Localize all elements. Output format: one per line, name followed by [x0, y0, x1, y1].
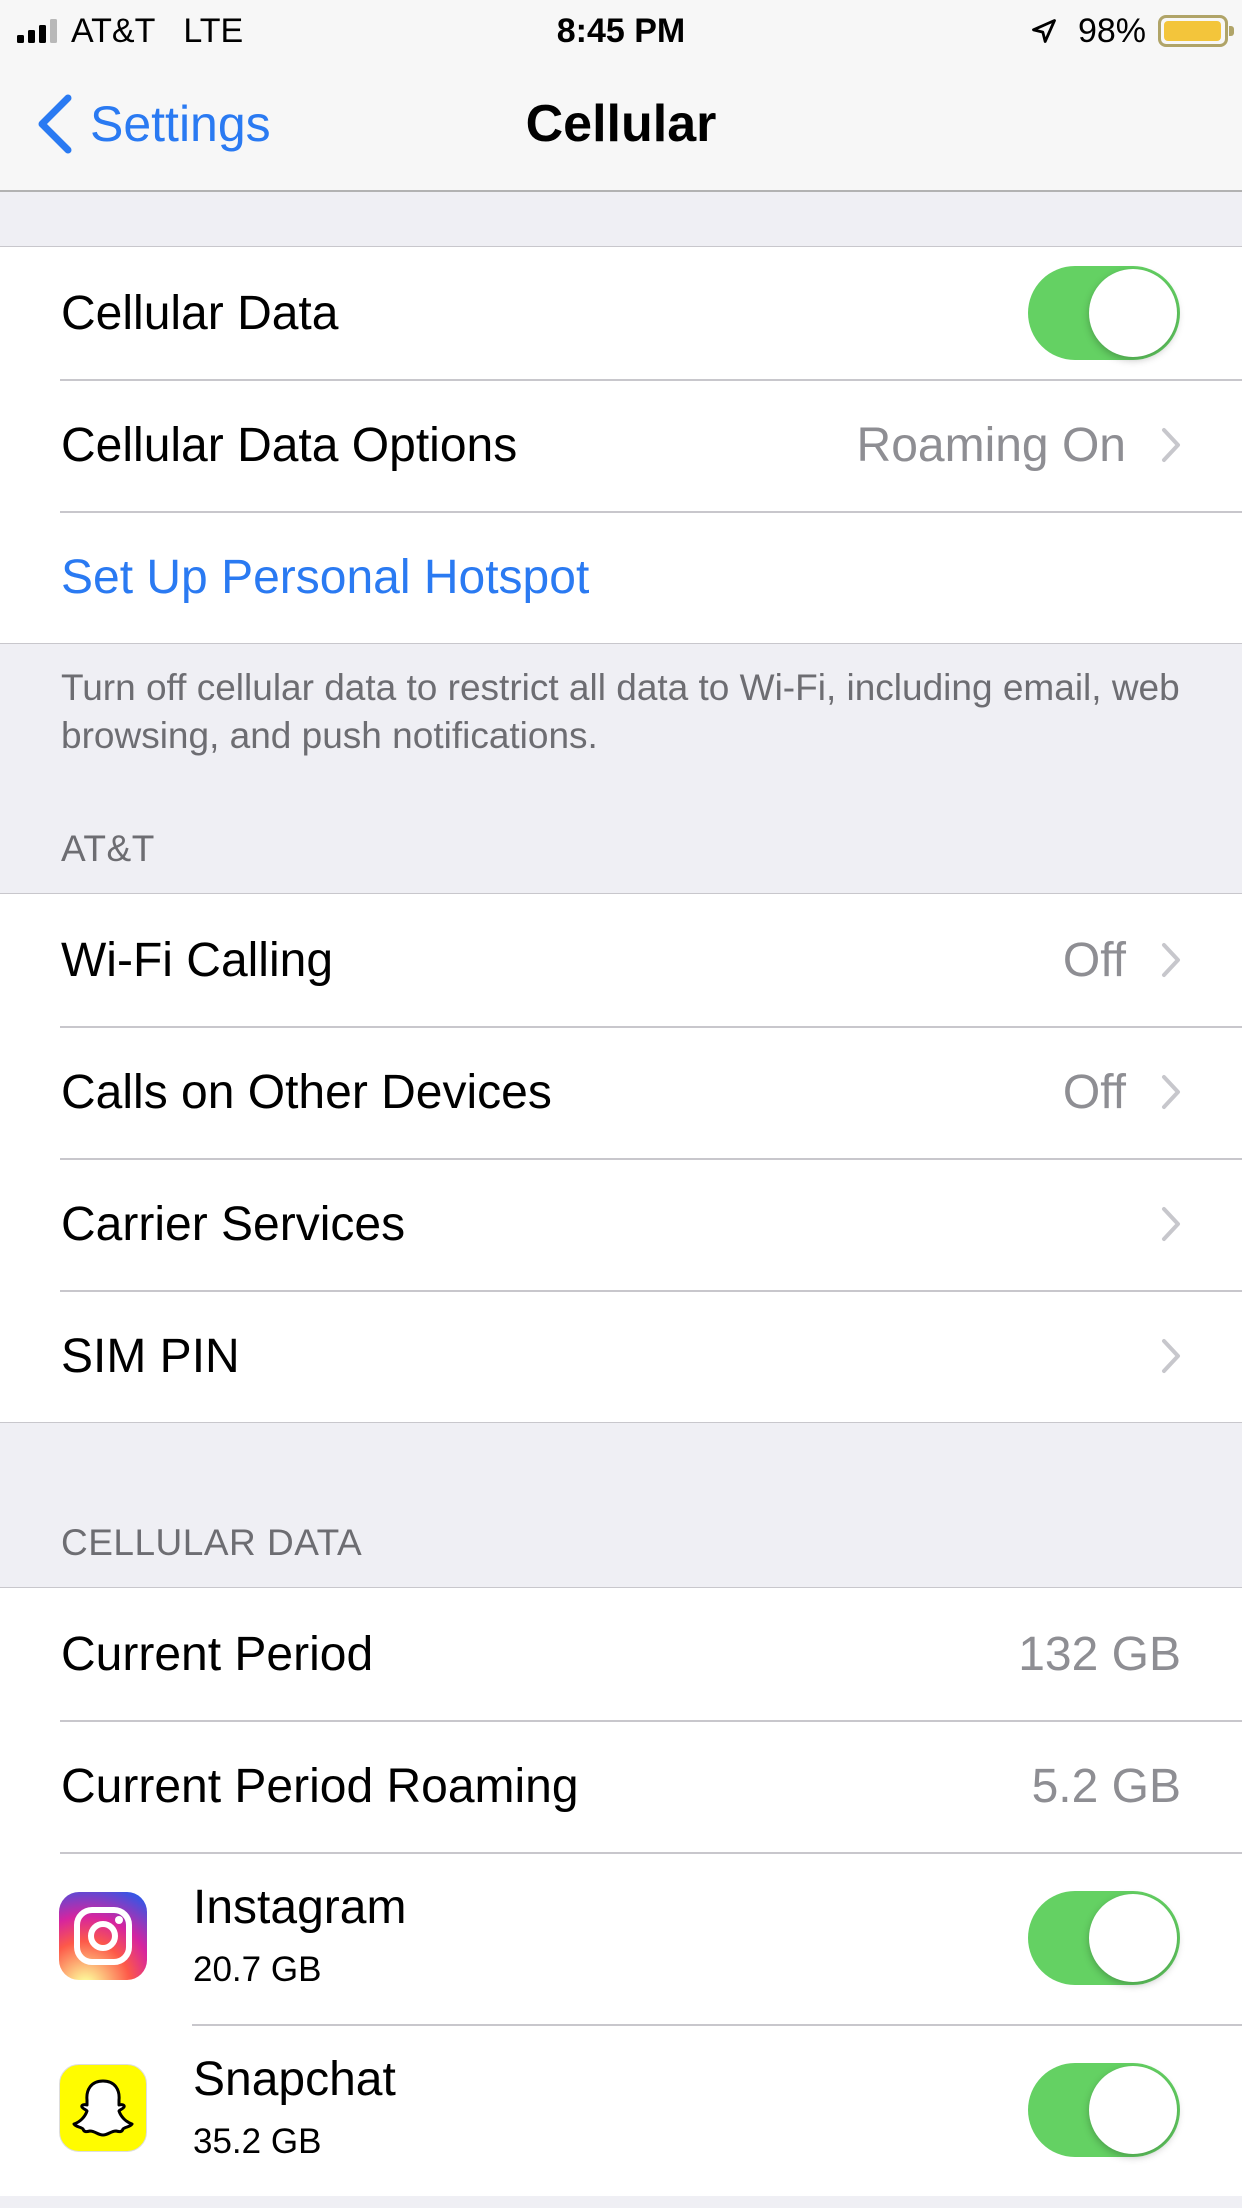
cellular-data-row: Cellular Data [0, 247, 1242, 379]
wifi-calling-label: Wi-Fi Calling [61, 933, 334, 987]
app-name: Instagram [193, 1881, 407, 1934]
app-row-snapchat: Snapchat 35.2 GB [0, 2024, 1242, 2196]
cellular-data-section-header: CELLULAR DATA [61, 1522, 363, 1563]
instagram-icon [59, 1892, 147, 1980]
carrier-services-row[interactable]: Carrier Services [0, 1158, 1242, 1290]
calls-other-devices-label: Calls on Other Devices [61, 1065, 552, 1119]
status-bar: AT&T LTE 8:45 PM 98% [0, 0, 1242, 62]
current-period-roaming-label: Current Period Roaming [61, 1759, 579, 1813]
current-period-row: Current Period 132 GB [0, 1588, 1242, 1720]
location-arrow-icon [1032, 19, 1056, 43]
calls-other-devices-row[interactable]: Calls on Other Devices Off [0, 1026, 1242, 1158]
sim-pin-row[interactable]: SIM PIN [0, 1290, 1242, 1422]
cellular-usage-group: Current Period 132 GB Current Period Roa… [0, 1587, 1242, 2196]
cellular-data-options-value: Roaming On [856, 418, 1126, 472]
cellular-data-footer: Turn off cellular data to restrict all d… [61, 667, 1180, 756]
chevron-right-icon [1162, 1075, 1180, 1109]
chevron-right-icon [1162, 1339, 1180, 1373]
app-row-instagram: Instagram 20.7 GB [0, 1852, 1242, 2024]
cellular-data-toggle[interactable] [1028, 266, 1180, 360]
cellular-data-label: Cellular Data [61, 286, 339, 340]
carrier-services-label: Carrier Services [61, 1197, 406, 1251]
cellular-data-group: Cellular Data Cellular Data Options Roam… [0, 246, 1242, 644]
sim-pin-label: SIM PIN [61, 1329, 240, 1383]
cellular-data-options-row[interactable]: Cellular Data Options Roaming On [0, 379, 1242, 511]
snapchat-data-toggle[interactable] [1028, 2063, 1180, 2157]
status-right: 98% [1030, 10, 1234, 52]
chevron-right-icon [1162, 428, 1180, 462]
page-title: Cellular [525, 95, 717, 153]
carrier-section-header: AT&T [61, 828, 155, 869]
current-period-label: Current Period [61, 1627, 374, 1681]
wifi-calling-row[interactable]: Wi-Fi Calling Off [0, 894, 1242, 1026]
current-period-roaming-row: Current Period Roaming 5.2 GB [0, 1720, 1242, 1852]
carrier-group: Wi-Fi Calling Off Calls on Other Devices… [0, 893, 1242, 1423]
battery-percent: 98% [1077, 11, 1146, 50]
app-usage: 20.7 GB [193, 1950, 322, 1989]
current-period-roaming-value: 5.2 GB [1031, 1759, 1181, 1813]
instagram-data-toggle[interactable] [1028, 1891, 1180, 1985]
setup-hotspot-link[interactable]: Set Up Personal Hotspot [61, 550, 589, 605]
personal-hotspot-row[interactable]: Set Up Personal Hotspot [0, 511, 1242, 643]
snapchat-icon [59, 2064, 147, 2152]
chevron-right-icon [1162, 943, 1180, 977]
app-name: Snapchat [193, 2053, 396, 2106]
cellular-data-options-label: Cellular Data Options [61, 418, 518, 472]
wifi-calling-value: Off [1062, 933, 1126, 987]
calls-other-devices-value: Off [1062, 1065, 1126, 1119]
battery-icon [1158, 15, 1234, 47]
chevron-right-icon [1162, 1207, 1180, 1241]
navigation-bar: Settings Cellular [0, 62, 1242, 192]
app-usage: 35.2 GB [193, 2122, 322, 2161]
current-period-value: 132 GB [1018, 1627, 1181, 1681]
